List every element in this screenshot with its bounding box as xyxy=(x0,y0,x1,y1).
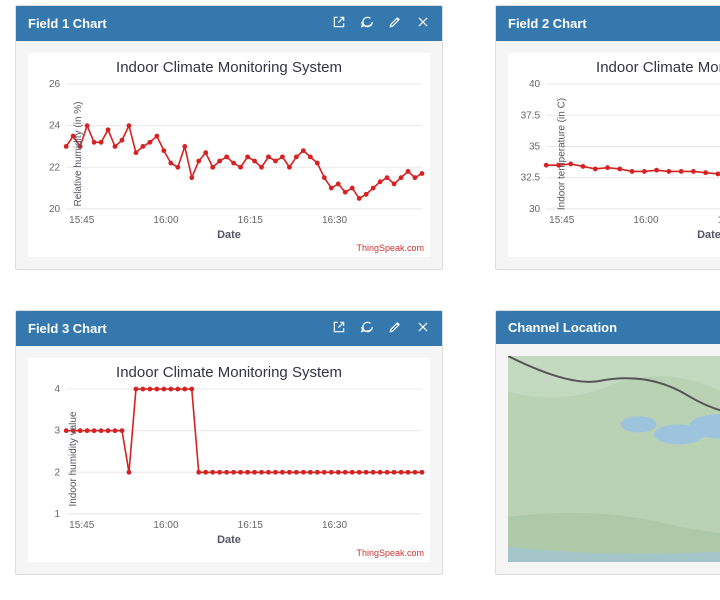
chart-area-field3: Indoor humidity value 1 2 3 4 15:45 16:00 16:1… xyxy=(28,383,430,534)
svg-text:16:00: 16:00 xyxy=(153,215,179,226)
panel-title: Field 2 Chart xyxy=(508,16,720,31)
panel-header-field1: Field 1 Chart xyxy=(16,6,442,41)
svg-text:15:45: 15:45 xyxy=(549,215,575,226)
panel-field2: Field 2 Chart Indoor Climate Monitoring … xyxy=(495,5,720,270)
panel-field3: Field 3 Chart Indoor Climate Monitoring … xyxy=(15,310,443,575)
chart-title: Indoor Climate Monitoring System xyxy=(28,358,430,383)
panel-body-field1: Indoor Climate Monitoring System Relativ… xyxy=(28,53,430,257)
edit-icon[interactable] xyxy=(388,15,402,32)
svg-text:15:45: 15:45 xyxy=(69,520,95,531)
svg-text:1: 1 xyxy=(55,509,61,520)
popout-icon[interactable] xyxy=(332,320,346,337)
line-chart-field3: 1 2 3 4 15:45 16:00 16:15 16:30 xyxy=(28,383,430,534)
dashboard-grid: Field 1 Chart Indoor Climate Monitoring … xyxy=(15,5,720,575)
x-axis-label: Date xyxy=(28,534,430,548)
panel-header-field3: Field 3 Chart xyxy=(16,311,442,346)
panel-tools xyxy=(332,15,430,32)
panel-title: Field 1 Chart xyxy=(28,16,332,31)
x-axis-label: Date xyxy=(28,229,430,243)
svg-text:16:15: 16:15 xyxy=(238,215,264,226)
svg-text:40: 40 xyxy=(529,79,541,90)
map-terrain xyxy=(508,356,720,562)
panel-tools xyxy=(332,320,430,337)
chart-credit: ThingSpeak.com xyxy=(28,548,430,562)
svg-text:22: 22 xyxy=(49,162,61,173)
chart-credit: ThingSpeak.com xyxy=(28,243,430,257)
svg-text:30: 30 xyxy=(529,204,541,215)
comment-icon[interactable] xyxy=(360,320,374,337)
svg-text:15:45: 15:45 xyxy=(69,215,95,226)
close-icon[interactable] xyxy=(416,15,430,32)
svg-text:16:00: 16:00 xyxy=(153,520,179,531)
chart-area-field1: Relative humidity (in %) 20 22 24 26 15:45 16… xyxy=(28,78,430,229)
line-chart-field1: 20 22 24 26 15:45 16:00 16:15 16:30 xyxy=(28,78,430,229)
panel-title: Field 3 Chart xyxy=(28,321,332,336)
svg-text:16:15: 16:15 xyxy=(238,520,264,531)
panel-header-field2: Field 2 Chart xyxy=(496,6,720,41)
svg-text:32.5: 32.5 xyxy=(521,173,541,184)
y-axis-label: Relative humidity (in %) xyxy=(73,101,84,206)
chart-area-field2: Indoor temperature (in C) 30 32.5 35 37.5 40… xyxy=(508,78,720,229)
y-axis-label: Indoor humidity value xyxy=(68,411,79,506)
panel-field1: Field 1 Chart Indoor Climate Monitoring … xyxy=(15,5,443,270)
panel-header-location: Channel Location xyxy=(496,311,720,344)
popout-icon[interactable] xyxy=(332,15,346,32)
panel-body-field3: Indoor Climate Monitoring System Indoor … xyxy=(28,358,430,562)
chart-title: Indoor Climate Monitoring System xyxy=(28,53,430,78)
svg-text:4: 4 xyxy=(55,384,61,395)
line-chart-field2: 3032.53537.54015:4516:0016:1516:30 xyxy=(508,78,720,229)
panel-location: Channel Location xyxy=(495,310,720,575)
svg-text:2: 2 xyxy=(55,467,61,478)
svg-text:35: 35 xyxy=(529,141,541,152)
x-axis-label: Date xyxy=(508,229,720,243)
svg-text:3: 3 xyxy=(55,426,61,437)
chart-credit: ThingSpeak.com xyxy=(508,243,720,257)
svg-text:37.5: 37.5 xyxy=(521,110,541,121)
y-axis-label: Indoor temperature (in C) xyxy=(557,97,568,209)
svg-text:16:30: 16:30 xyxy=(322,215,348,226)
map-area[interactable] xyxy=(508,356,720,562)
close-icon[interactable] xyxy=(416,320,430,337)
comment-icon[interactable] xyxy=(360,15,374,32)
edit-icon[interactable] xyxy=(388,320,402,337)
svg-text:26: 26 xyxy=(49,79,61,90)
svg-text:16:00: 16:00 xyxy=(633,215,659,226)
panel-title: Channel Location xyxy=(508,320,720,335)
svg-text:20: 20 xyxy=(49,204,61,215)
chart-title: Indoor Climate Monitoring System xyxy=(508,53,720,78)
svg-text:24: 24 xyxy=(49,121,61,132)
svg-text:16:30: 16:30 xyxy=(322,520,348,531)
panel-body-field2: Indoor Climate Monitoring System Indoor … xyxy=(508,53,720,257)
